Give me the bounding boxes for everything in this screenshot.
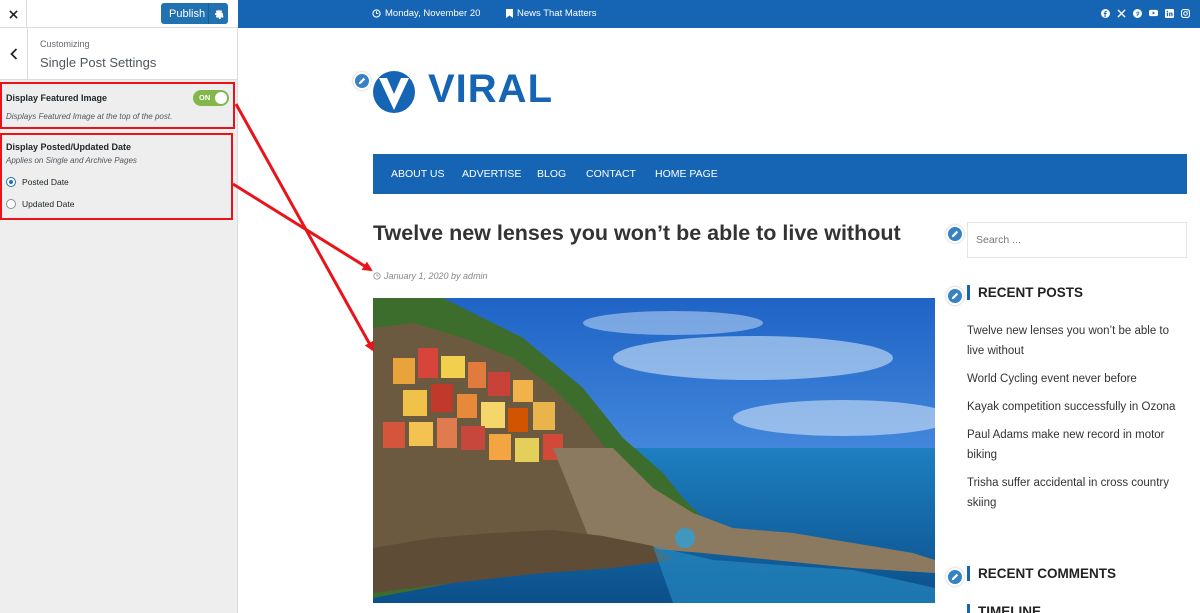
nav-about-us[interactable]: ABOUT US [391,168,444,180]
chevron-left-icon [9,48,17,60]
edit-recent-comments-icon[interactable] [946,568,964,586]
recent-post-link[interactable]: Kayak competition successfully in Ozona [967,397,1189,417]
heading-accent-bar [967,604,970,613]
recent-posts-title: RECENT POSTS [978,285,1084,300]
section-title: Single Post Settings [40,55,157,70]
section-header: Customizing Single Post Settings [0,28,237,80]
next-widget-heading: TIMELINE [967,604,1041,613]
youtube-icon[interactable] [1149,8,1158,18]
breadcrumb: Customizing [40,39,90,49]
post-meta: January 1, 2020 by admin [373,271,488,281]
publish-button[interactable]: Publish [161,3,228,24]
back-button[interactable] [0,28,28,80]
heading-accent-bar [967,285,970,300]
topbar-tagline: News That Matters [506,8,597,19]
search-widget [967,222,1187,258]
nav-advertise[interactable]: ADVERTISE [462,168,521,180]
toggle-knob [215,92,227,104]
featured-image-toggle[interactable]: ON [193,90,229,106]
recent-post-link[interactable]: Twelve new lenses you won’t be able to l… [967,321,1189,361]
site-logo-text[interactable]: VIRAL [428,67,553,112]
clock-icon [373,272,381,280]
recent-posts-heading: RECENT POSTS [967,285,1083,300]
recent-post-link[interactable]: Paul Adams make new record in motor biki… [967,425,1189,465]
nav-blog[interactable]: BLOG [537,168,566,180]
post-meta-text: January 1, 2020 by admin [384,271,488,281]
nav-contact[interactable]: CONTACT [586,168,636,180]
featured-image-label: Display Featured Image [6,93,108,103]
arrow-posted-date [232,182,373,272]
recent-comments-title: RECENT COMMENTS [978,566,1116,581]
social-links [1101,8,1190,18]
edit-recent-posts-icon[interactable] [946,287,964,305]
main-navigation: ABOUT US ADVERTISE BLOG CONTACT HOME PAG… [373,154,1187,194]
linkedin-icon[interactable] [1165,8,1174,18]
clock-icon [372,9,381,18]
topbar-date: Monday, November 20 [372,8,480,19]
pinterest-icon[interactable] [1133,8,1142,18]
topbar-date-text: Monday, November 20 [385,8,481,19]
toggle-state-text: ON [199,93,211,102]
viral-logo-icon [373,71,415,113]
publish-label: Publish [169,7,206,20]
recent-posts-list: Twelve new lenses you won’t be able to l… [967,321,1189,521]
bookmark-icon [506,9,513,18]
arrow-featured-image [234,103,375,352]
gear-icon[interactable] [209,8,228,19]
close-customizer-button[interactable] [0,0,27,28]
recent-post-link[interactable]: World Cycling event never before [967,369,1189,389]
recent-post-link[interactable]: Trisha suffer accidental in cross countr… [967,473,1189,513]
date-setting-description: Applies on Single and Archive Pages [6,156,137,165]
facebook-icon[interactable] [1101,8,1110,18]
next-widget-title: TIMELINE [978,604,1041,613]
radio-button[interactable] [6,199,16,209]
featured-image [373,298,935,603]
radio-label: Updated Date [22,199,75,209]
edit-search-icon[interactable] [946,225,964,243]
radio-button[interactable] [6,177,16,187]
search-input[interactable] [968,223,1186,257]
x-icon[interactable] [1117,8,1126,18]
heading-accent-bar [967,566,970,581]
close-icon [8,9,18,19]
topbar-tagline-text: News That Matters [517,8,597,19]
radio-posted-date[interactable]: Posted Date [6,177,69,187]
customizer-panel: Publish Customizing Single Post Settings… [0,0,238,613]
featured-image-description: Displays Featured Image at the top of th… [6,112,173,121]
post-title: Twelve new lenses you won’t be able to l… [373,221,901,245]
customizer-topbar: Publish [0,0,238,28]
edit-logo-icon[interactable] [353,72,371,90]
site-topbar: Monday, November 20 News That Matters [238,0,1200,28]
date-setting-label: Display Posted/Updated Date [6,142,132,152]
instagram-icon[interactable] [1181,8,1190,18]
radio-updated-date[interactable]: Updated Date [6,199,74,209]
recent-comments-heading: RECENT COMMENTS [967,566,1116,581]
nav-home-page[interactable]: HOME PAGE [655,168,718,180]
radio-label: Posted Date [22,177,69,187]
